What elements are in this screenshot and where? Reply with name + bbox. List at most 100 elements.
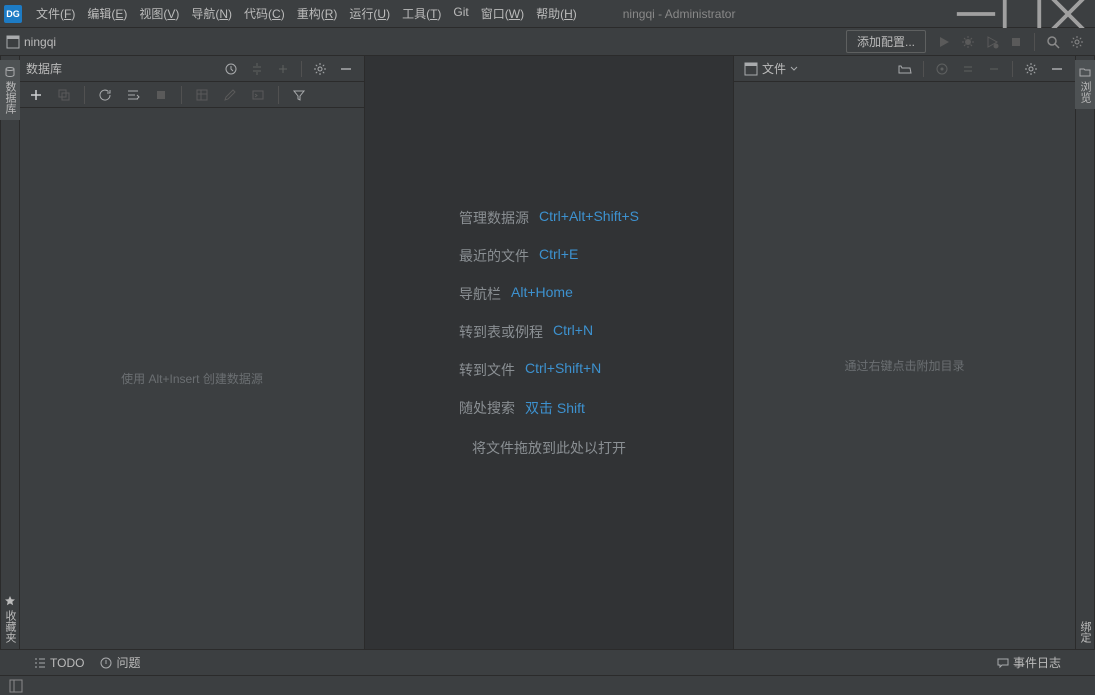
refresh-button[interactable] [94, 84, 116, 106]
editor-hint-1[interactable]: 最近的文件 Ctrl+E [459, 246, 639, 266]
editor-hint-label: 转到文件 [459, 360, 515, 380]
menu-t[interactable]: 工具(T) [396, 5, 447, 22]
maximize-button[interactable] [999, 0, 1045, 28]
jump-to-query-button[interactable] [122, 84, 144, 106]
expand-all-button[interactable] [245, 57, 269, 81]
speech-bubble-icon [997, 657, 1009, 669]
app-icon: DG [4, 5, 22, 23]
stop-button[interactable] [1005, 31, 1027, 53]
files-panel: 文件 通过右键点击附加目录 [733, 56, 1075, 649]
favorites-tool-tab-label: 收藏夹 [2, 610, 18, 643]
editor-hint-label: 随处搜索 [459, 398, 515, 418]
database-tool-tab-label: 数据库 [2, 81, 18, 114]
browse-tool-tab[interactable]: 浏览 [1075, 60, 1095, 109]
list-icon [34, 657, 46, 669]
right-tool-stripe: 浏览 绑定 [1075, 56, 1095, 649]
window-title: ningqi - Administrator [583, 7, 953, 21]
menu-c[interactable]: 代码(C) [238, 5, 291, 22]
filter-button[interactable] [288, 84, 310, 106]
bottom-tool-bar: TODO 问题 事件日志 [0, 649, 1095, 675]
settings-button[interactable] [1066, 31, 1088, 53]
editor-hint-label: 导航栏 [459, 284, 501, 304]
browse-tool-tab-label: 浏览 [1077, 81, 1093, 103]
menu-h[interactable]: 帮助(H) [530, 5, 583, 22]
editor-hint-5[interactable]: 随处搜索双击 Shift [459, 398, 639, 418]
add-button[interactable] [25, 84, 47, 106]
database-icon [4, 66, 16, 78]
warning-icon [100, 657, 112, 669]
files-dropdown-label: 文件 [762, 60, 786, 77]
editor-hint-0[interactable]: 管理数据源 Ctrl+Alt+Shift+S [459, 208, 639, 228]
stop-action-button[interactable] [150, 84, 172, 106]
positions-tool-tab[interactable]: 绑定 [1075, 615, 1095, 649]
database-panel: 数据库 使用 Alt+Insert 创建数据源 [20, 56, 365, 649]
duplicate-button[interactable] [53, 84, 75, 106]
breadcrumb-project-label: ningqi [24, 35, 56, 49]
open-console-button[interactable] [247, 84, 269, 106]
editor-hint-3[interactable]: 转到表或例程 Ctrl+N [459, 322, 639, 342]
chevron-down-icon [790, 65, 798, 73]
event-log-button[interactable]: 事件日志 [989, 650, 1069, 675]
editor-hint-shortcut: Ctrl+Alt+Shift+S [539, 208, 639, 228]
menu-v[interactable]: 视图(V) [133, 5, 185, 22]
search-everywhere-button[interactable] [1042, 31, 1064, 53]
problems-label: 问题 [116, 654, 140, 671]
hide-panel-button[interactable] [334, 57, 358, 81]
database-tool-tab[interactable]: 数据库 [0, 60, 20, 120]
collapse-all-button[interactable] [271, 57, 295, 81]
files-dropdown[interactable]: 文件 [740, 60, 802, 77]
menu-f[interactable]: 文件(F) [30, 5, 81, 22]
menu-n[interactable]: 导航(N) [185, 5, 238, 22]
left-tool-stripe: 数据库 收藏夹 [0, 56, 20, 649]
panel-settings-button[interactable] [308, 57, 332, 81]
editor-hint-2[interactable]: 导航栏 Alt+Home [459, 284, 639, 304]
files-hide-panel-button[interactable] [1045, 57, 1069, 81]
navbar: ningqi 添加配置... [0, 28, 1095, 56]
todo-button[interactable]: TODO [26, 650, 92, 675]
database-panel-title: 数据库 [26, 60, 62, 77]
edit-button[interactable] [219, 84, 241, 106]
folder-icon [744, 62, 758, 76]
run-button[interactable] [933, 31, 955, 53]
minimize-button[interactable] [953, 0, 999, 28]
close-button[interactable] [1045, 0, 1091, 28]
show-options-button[interactable] [219, 57, 243, 81]
files-collapse-all-button[interactable] [982, 57, 1006, 81]
database-panel-header: 数据库 [20, 56, 364, 82]
todo-label: TODO [50, 656, 84, 670]
debug-button[interactable] [957, 31, 979, 53]
menu-e[interactable]: 编辑(E) [81, 5, 133, 22]
menu-u[interactable]: 运行(U) [343, 5, 396, 22]
files-settings-button[interactable] [1019, 57, 1043, 81]
problems-button[interactable]: 问题 [92, 650, 148, 675]
editor-hint-shortcut: Ctrl+Shift+N [525, 360, 601, 380]
open-folder-button[interactable] [893, 57, 917, 81]
database-toolbar [20, 82, 364, 108]
table-view-button[interactable] [191, 84, 213, 106]
files-placeholder-text: 通过右键点击附加目录 [844, 357, 964, 374]
files-expand-all-button[interactable] [956, 57, 980, 81]
positions-tool-tab-label: 绑定 [1077, 621, 1093, 643]
run-with-coverage-button[interactable] [981, 31, 1003, 53]
menu-git[interactable]: Git [447, 5, 474, 22]
editor-hint-label: 最近的文件 [459, 246, 529, 266]
editor-hint-shortcut: Ctrl+N [553, 322, 593, 342]
editor-hint-4[interactable]: 转到文件 Ctrl+Shift+N [459, 360, 639, 380]
favorites-tool-tab[interactable]: 收藏夹 [0, 589, 20, 649]
editor-hint-shortcut: Alt+Home [511, 284, 573, 304]
menu-w[interactable]: 窗口(W) [475, 5, 530, 22]
locate-file-button[interactable] [930, 57, 954, 81]
files-panel-header: 文件 [734, 56, 1075, 82]
files-panel-body[interactable]: 通过右键点击附加目录 [734, 82, 1075, 649]
editor-hint-shortcut: Ctrl+E [539, 246, 578, 266]
project-icon [6, 35, 20, 49]
editor-area[interactable]: 管理数据源 Ctrl+Alt+Shift+S 最近的文件 Ctrl+E 导航栏 Alt+H… [365, 56, 733, 649]
breadcrumb-project[interactable]: ningqi [6, 35, 56, 49]
tool-windows-button[interactable] [7, 677, 25, 695]
add-configuration-button[interactable]: 添加配置... [846, 30, 926, 53]
editor-hint-label: 管理数据源 [459, 208, 529, 228]
editor-hint-label: 转到表或例程 [459, 322, 543, 342]
editor-hint-shortcut: 双击 Shift [525, 398, 585, 418]
menu-r[interactable]: 重构(R) [291, 5, 344, 22]
database-panel-body[interactable]: 使用 Alt+Insert 创建数据源 [20, 108, 364, 649]
